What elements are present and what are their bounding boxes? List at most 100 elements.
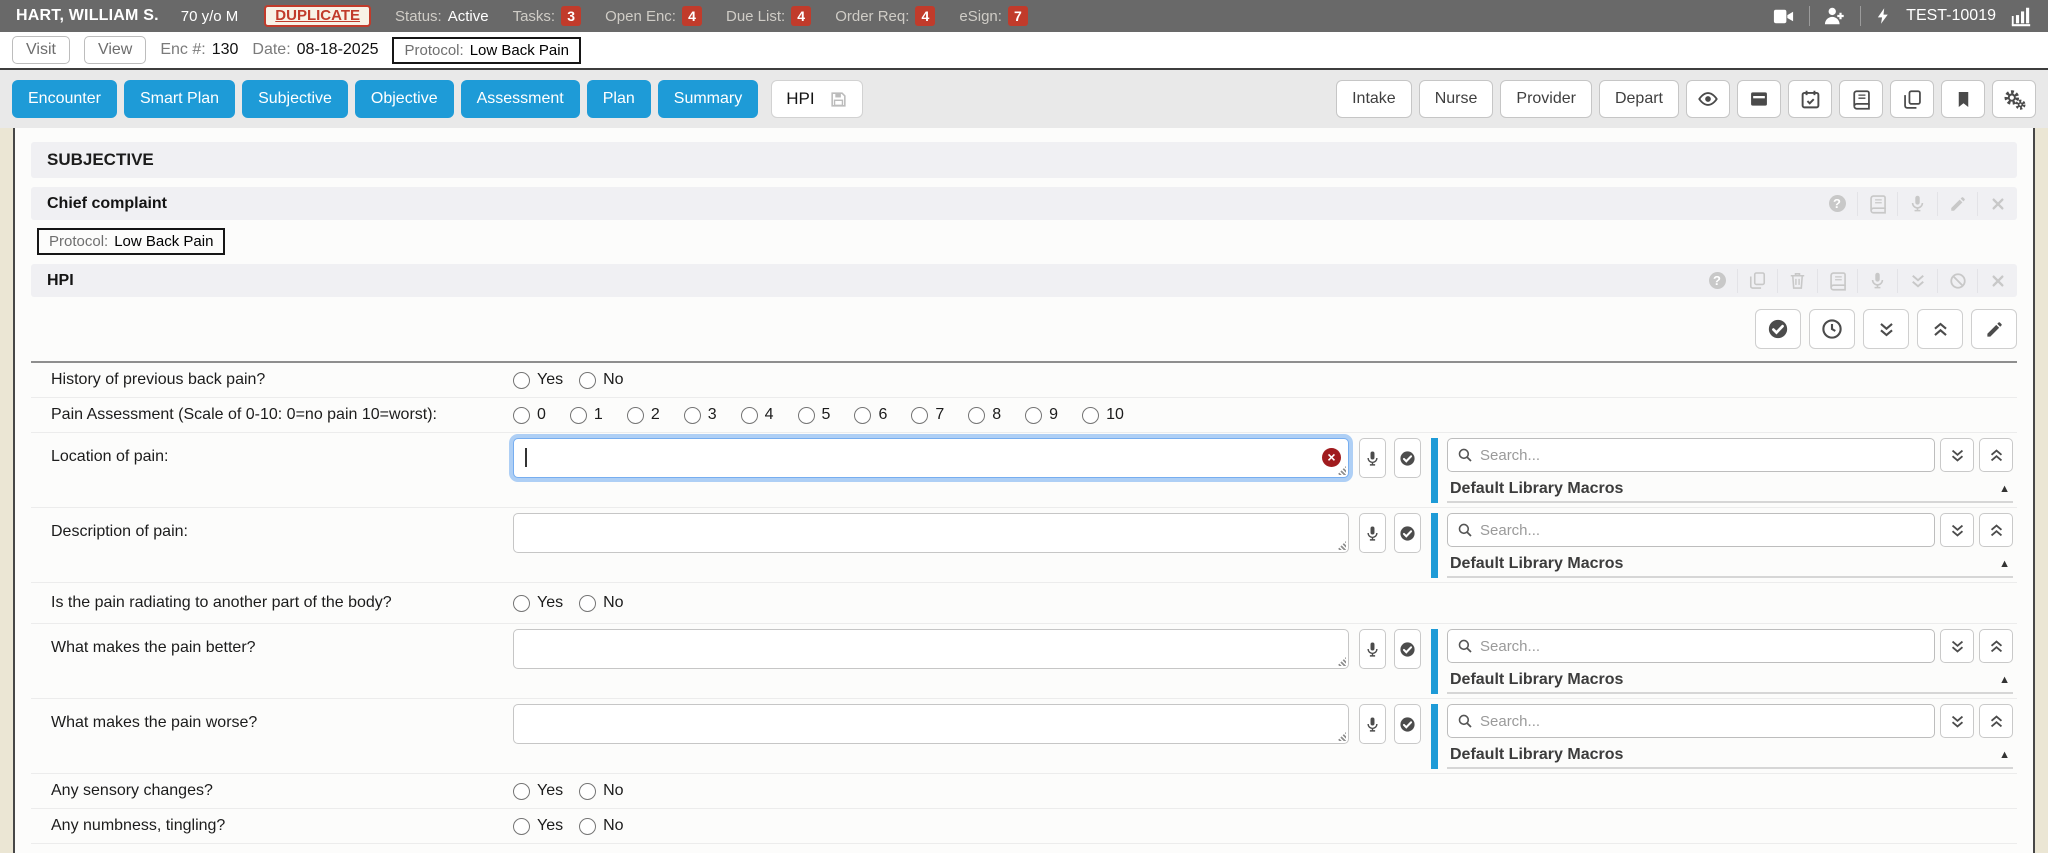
tab-encounter[interactable]: Encounter xyxy=(12,80,117,118)
radio-button[interactable] xyxy=(684,407,701,424)
radio-option-no[interactable]: No xyxy=(579,782,623,800)
due-list-count-badge[interactable]: 4 xyxy=(791,6,811,26)
archive-button[interactable] xyxy=(1737,80,1781,118)
settings-button[interactable] xyxy=(1992,80,2036,118)
mic-icon[interactable] xyxy=(1897,192,1937,216)
pencil-icon[interactable] xyxy=(1937,192,1977,216)
visit-button[interactable]: Visit xyxy=(12,36,70,64)
expand-all-button[interactable] xyxy=(1863,309,1909,349)
calendar-button[interactable] xyxy=(1788,80,1832,118)
provider-button[interactable]: Provider xyxy=(1500,80,1592,118)
mic-icon[interactable] xyxy=(1857,269,1897,293)
tab-objective[interactable]: Objective xyxy=(355,80,454,118)
macros-library-header[interactable]: Default Library Macros ▲ xyxy=(1447,743,2013,769)
esign-count-badge[interactable]: 7 xyxy=(1008,6,1028,26)
expand-macros-button[interactable] xyxy=(1940,438,1974,472)
clear-field-icon[interactable] xyxy=(1322,448,1341,467)
collapse-macros-button[interactable] xyxy=(1979,704,2013,738)
bar-chart-icon[interactable] xyxy=(2010,5,2032,27)
confirm-button[interactable] xyxy=(1394,704,1421,744)
collapse-macros-button[interactable] xyxy=(1979,513,2013,547)
copy-button[interactable] xyxy=(1890,80,1934,118)
close-icon[interactable] xyxy=(1977,192,2017,216)
radio-option-10[interactable]: 10 xyxy=(1082,406,1124,424)
view-button[interactable]: View xyxy=(84,36,146,64)
intake-button[interactable]: Intake xyxy=(1336,80,1412,118)
tab-assessment[interactable]: Assessment xyxy=(461,80,580,118)
due-list-counter[interactable]: Due List: 4 xyxy=(726,6,811,26)
radio-option-7[interactable]: 7 xyxy=(911,406,944,424)
macros-library-header[interactable]: Default Library Macros ▲ xyxy=(1447,477,2013,503)
collapse-triangle-icon[interactable]: ▲ xyxy=(1999,558,2010,570)
open-enc-counter[interactable]: Open Enc: 4 xyxy=(605,6,702,26)
macro-search[interactable] xyxy=(1447,704,1935,738)
save-icon[interactable] xyxy=(829,90,848,109)
video-camera-icon[interactable] xyxy=(1772,5,1795,28)
confirm-button[interactable] xyxy=(1394,513,1421,553)
radio-button[interactable] xyxy=(854,407,871,424)
edit-button[interactable] xyxy=(1971,309,2017,349)
macro-search[interactable] xyxy=(1447,513,1935,547)
answer-textarea[interactable] xyxy=(514,439,1348,477)
radio-button[interactable] xyxy=(513,372,530,389)
tab-summary[interactable]: Summary xyxy=(658,80,758,118)
duplicate-badge[interactable]: DUPLICATE xyxy=(264,5,371,27)
answer-textarea[interactable] xyxy=(514,705,1348,743)
radio-button[interactable] xyxy=(627,407,644,424)
trash-icon[interactable] xyxy=(1777,269,1817,293)
expand-macros-button[interactable] xyxy=(1940,704,1974,738)
open-enc-count-badge[interactable]: 4 xyxy=(682,6,702,26)
radio-option-9[interactable]: 9 xyxy=(1025,406,1058,424)
radio-button[interactable] xyxy=(968,407,985,424)
radio-button[interactable] xyxy=(579,595,596,612)
radio-option-0[interactable]: 0 xyxy=(513,406,546,424)
bookmark-button[interactable] xyxy=(1941,80,1985,118)
person-add-icon[interactable] xyxy=(1824,5,1846,27)
radio-button[interactable] xyxy=(579,372,596,389)
protocol-box[interactable]: Protocol: Low Back Pain xyxy=(392,37,580,64)
radio-option-no[interactable]: No xyxy=(579,594,623,612)
radio-button[interactable] xyxy=(570,407,587,424)
tab-subjective[interactable]: Subjective xyxy=(242,80,348,118)
radio-option-no[interactable]: No xyxy=(579,817,623,835)
macros-library-header[interactable]: Default Library Macros ▲ xyxy=(1447,552,2013,578)
radio-button[interactable] xyxy=(741,407,758,424)
chevrons-down-icon[interactable] xyxy=(1897,269,1937,293)
help-icon[interactable] xyxy=(1817,192,1857,216)
order-req-counter[interactable]: Order Req: 4 xyxy=(835,6,935,26)
radio-button[interactable] xyxy=(911,407,928,424)
bolt-icon[interactable] xyxy=(1875,6,1892,26)
radio-option-1[interactable]: 1 xyxy=(570,406,603,424)
radio-button[interactable] xyxy=(513,783,530,800)
nurse-button[interactable]: Nurse xyxy=(1419,80,1494,118)
close-icon[interactable] xyxy=(1977,269,2017,293)
radio-button[interactable] xyxy=(1025,407,1042,424)
expand-macros-button[interactable] xyxy=(1940,629,1974,663)
radio-option-no[interactable]: No xyxy=(579,371,623,389)
answer-textarea[interactable] xyxy=(514,630,1348,668)
radio-option-3[interactable]: 3 xyxy=(684,406,717,424)
tab-smart-plan[interactable]: Smart Plan xyxy=(124,80,235,118)
collapse-triangle-icon[interactable]: ▲ xyxy=(1999,674,2010,686)
radio-button[interactable] xyxy=(513,595,530,612)
radio-option-4[interactable]: 4 xyxy=(741,406,774,424)
radio-option-yes[interactable]: Yes xyxy=(513,371,563,389)
dictate-button[interactable] xyxy=(1359,629,1386,669)
answer-textarea[interactable] xyxy=(514,514,1348,552)
protocol-box[interactable]: Protocol: Low Back Pain xyxy=(37,228,225,255)
tasks-counter[interactable]: Tasks: 3 xyxy=(513,6,582,26)
collapse-triangle-icon[interactable]: ▲ xyxy=(1999,749,2010,761)
esign-counter[interactable]: eSign: 7 xyxy=(959,6,1028,26)
complete-button[interactable] xyxy=(1755,309,1801,349)
radio-button[interactable] xyxy=(579,818,596,835)
macro-search-input[interactable] xyxy=(1480,713,1925,730)
book-icon[interactable] xyxy=(1817,269,1857,293)
confirm-button[interactable] xyxy=(1394,629,1421,669)
book-icon[interactable] xyxy=(1857,192,1897,216)
copy-icon[interactable] xyxy=(1737,269,1777,293)
radio-button[interactable] xyxy=(1082,407,1099,424)
collapse-macros-button[interactable] xyxy=(1979,438,2013,472)
radio-option-2[interactable]: 2 xyxy=(627,406,660,424)
dictate-button[interactable] xyxy=(1359,438,1386,478)
tab-plan[interactable]: Plan xyxy=(587,80,651,118)
